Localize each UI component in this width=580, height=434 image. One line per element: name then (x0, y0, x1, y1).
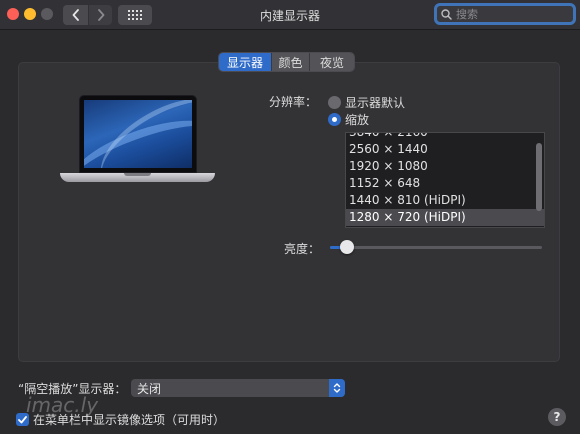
select-value: 关闭 (137, 381, 162, 396)
laptop-image (60, 95, 215, 190)
radio-label: 显示器默认 (345, 96, 406, 110)
updown-arrows-icon (329, 379, 345, 397)
search-icon (441, 8, 452, 20)
resolution-label: 分辨率： (269, 95, 318, 109)
search-field[interactable] (434, 3, 576, 25)
checkbox-checked[interactable] (16, 413, 29, 426)
search-input[interactable] (456, 7, 566, 21)
radio-scaled[interactable]: 缩放 (328, 111, 369, 128)
scrollbar[interactable] (536, 143, 542, 211)
laptop-lid (79, 95, 197, 173)
checkbox-label: 在菜单栏中显示镜像选项（可用时） (33, 413, 226, 427)
tab-night-shift[interactable]: 夜览 (310, 53, 354, 71)
help-button[interactable]: ? (548, 408, 566, 426)
brightness-label: 亮度： (284, 242, 321, 256)
radio-label: 缩放 (345, 113, 370, 127)
tab-color[interactable]: 颜色 (272, 53, 310, 71)
close-window-button[interactable] (7, 8, 19, 20)
brightness-slider-track[interactable] (330, 246, 542, 249)
radio-circle[interactable] (328, 96, 341, 109)
list-item[interactable]: 1440 × 810 (HiDPI) (346, 192, 544, 209)
grid-icon (128, 10, 142, 20)
list-item[interactable]: 1152 × 648 (346, 175, 544, 192)
airplay-display-label: “隔空播放”显示器： (18, 382, 127, 396)
show-mirroring-option[interactable]: 在菜单栏中显示镜像选项（可用时） (16, 411, 225, 428)
zoom-window-button[interactable] (41, 8, 53, 20)
brightness-slider-knob[interactable] (339, 240, 354, 254)
radio-default-for-display[interactable]: 显示器默认 (328, 94, 405, 111)
resolution-list[interactable]: 3840 × 2160 2560 × 1440 1920 × 1080 1152… (345, 132, 545, 228)
back-button[interactable] (63, 5, 88, 25)
chevron-left-icon (72, 9, 79, 21)
list-item[interactable]: 3840 × 2160 (346, 133, 544, 141)
show-all-button[interactable] (118, 5, 152, 25)
minimize-window-button[interactable] (24, 8, 36, 20)
laptop-notch (124, 173, 151, 176)
list-item-selected[interactable]: 1280 × 720 (HiDPI) (346, 209, 544, 226)
list-item[interactable]: 1920 × 1080 (346, 158, 544, 175)
checkmark-icon (18, 415, 27, 423)
laptop-screen (84, 100, 192, 168)
title-bar: 内建显示器 (0, 0, 580, 30)
list-item[interactable]: 2560 × 1440 (346, 141, 544, 158)
radio-circle-selected[interactable] (328, 113, 341, 126)
segmented-tabs: 显示器 颜色 夜览 (218, 52, 355, 72)
chevron-right-icon (97, 9, 104, 21)
tab-display[interactable]: 显示器 (219, 53, 272, 71)
airplay-display-select[interactable]: 关闭 (131, 379, 345, 397)
forward-button[interactable] (89, 5, 112, 25)
